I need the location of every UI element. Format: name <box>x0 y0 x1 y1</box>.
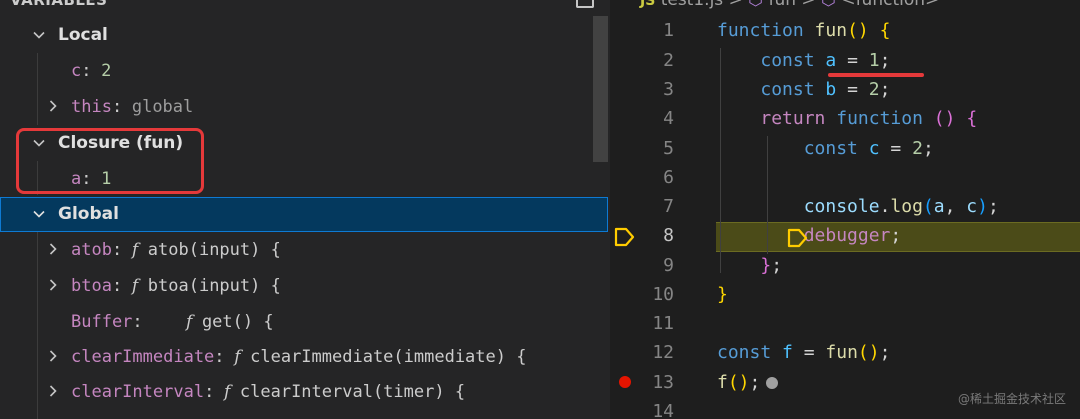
variable-value: global <box>131 97 194 117</box>
code-editor[interactable]: JS test1.js > ⬡ fun > ⬡ <function> 1 2 3… <box>610 0 1080 419</box>
code-line[interactable]: const b = 2; <box>717 79 890 100</box>
variables-panel: VARIABLES Local c: 2 this: global Closur… <box>0 0 610 419</box>
variable-row[interactable]: clearImmediate: f clearImmediate(immedia… <box>0 339 608 374</box>
code-line[interactable]: debugger; <box>717 225 902 246</box>
function-symbol: f <box>234 347 241 367</box>
cube-icon: ⬡ <box>748 0 764 10</box>
function-symbol: f <box>223 382 231 402</box>
inline-breakpoint-icon[interactable] <box>787 228 809 248</box>
variable-row[interactable]: Buffer: f get() { <box>0 304 608 339</box>
scope-local[interactable]: Local <box>0 18 608 53</box>
line-number: 5 <box>663 138 674 159</box>
variable-value: 2 <box>101 61 112 81</box>
function-symbol: f <box>131 276 139 296</box>
variable-name: btoa <box>71 276 112 296</box>
chevron-right-icon <box>46 349 60 363</box>
breadcrumb-file[interactable]: test1.js <box>661 0 723 10</box>
variable-name: Buffer <box>71 312 133 332</box>
watermark: @稀土掘金技术社区 <box>957 392 1066 406</box>
variable-row[interactable]: this: global <box>0 89 608 124</box>
variable-name: this <box>71 97 112 117</box>
chevron-right-icon <box>46 384 60 398</box>
debug-pointer-icon[interactable] <box>614 227 636 247</box>
chevron-right-icon <box>46 242 60 256</box>
chevron-right-icon <box>46 278 60 292</box>
annotation-underline <box>828 73 924 77</box>
closure-highlight-box <box>16 128 204 194</box>
line-number: 10 <box>652 284 674 305</box>
line-number: 9 <box>663 255 674 276</box>
variable-name: clearInterval <box>71 382 205 402</box>
scope-label: Local <box>58 25 108 45</box>
line-number: 6 <box>663 167 674 188</box>
scope-global[interactable]: Global <box>0 197 608 232</box>
code-line[interactable]: return function () { <box>717 108 977 129</box>
chevron-down-icon <box>32 207 46 221</box>
variable-value: get() { <box>201 312 274 332</box>
scope-label: Global <box>58 204 119 224</box>
code-line[interactable]: }; <box>717 255 782 276</box>
line-number: 1 <box>663 20 674 41</box>
function-symbol: f <box>186 312 193 332</box>
variable-row[interactable]: atob: f atob(input) { <box>0 232 608 267</box>
line-number: 7 <box>663 196 674 217</box>
line-number: 11 <box>652 313 674 334</box>
variable-value: clearInterval(timer) { <box>239 382 466 402</box>
variable-row[interactable]: clearInterval: f clearInterval(timer) { <box>0 374 608 409</box>
cube-icon: ⬡ <box>821 0 836 10</box>
variables-header: VARIABLES <box>10 0 108 9</box>
function-symbol: f <box>131 240 139 260</box>
breadcrumb[interactable]: JS test1.js > ⬡ fun > ⬡ <function> <box>640 0 939 10</box>
code-line[interactable]: console.log(a, c); <box>717 196 999 217</box>
code-line[interactable]: const c = 2; <box>717 138 934 159</box>
variable-value: btoa(input) { <box>147 276 281 296</box>
variable-value: clearImmediate(immediate) { <box>250 347 527 367</box>
code-line[interactable]: const a = 1; <box>717 50 890 71</box>
line-number: 3 <box>663 79 674 100</box>
breadcrumb-inner-function[interactable]: <function> <box>841 0 939 10</box>
inline-breakpoint-dot[interactable] <box>766 377 778 389</box>
line-number: 2 <box>663 50 674 71</box>
variable-name: c <box>71 61 82 81</box>
js-file-icon: JS <box>640 0 656 9</box>
variable-row[interactable]: c: 2 <box>0 53 608 88</box>
chevron-right-icon <box>46 99 60 113</box>
code-line[interactable]: const f = fun(); <box>717 342 890 363</box>
code-line[interactable]: } <box>717 284 728 305</box>
code-line[interactable]: f(); <box>717 372 760 393</box>
code-line[interactable]: function fun() { <box>717 20 890 41</box>
breadcrumb-function[interactable]: fun <box>768 0 796 10</box>
variable-name: atob <box>71 240 112 260</box>
breakpoint-icon[interactable] <box>619 376 631 388</box>
collapse-all-icon[interactable] <box>576 0 594 8</box>
variable-name: clearImmediate <box>71 347 215 367</box>
line-number: 4 <box>663 108 674 129</box>
variable-row[interactable]: btoa: f btoa(input) { <box>0 268 608 303</box>
variable-value: atob(input) { <box>147 240 281 260</box>
chevron-down-icon <box>32 28 46 42</box>
line-number: 12 <box>652 342 674 363</box>
line-number: 14 <box>652 401 674 419</box>
